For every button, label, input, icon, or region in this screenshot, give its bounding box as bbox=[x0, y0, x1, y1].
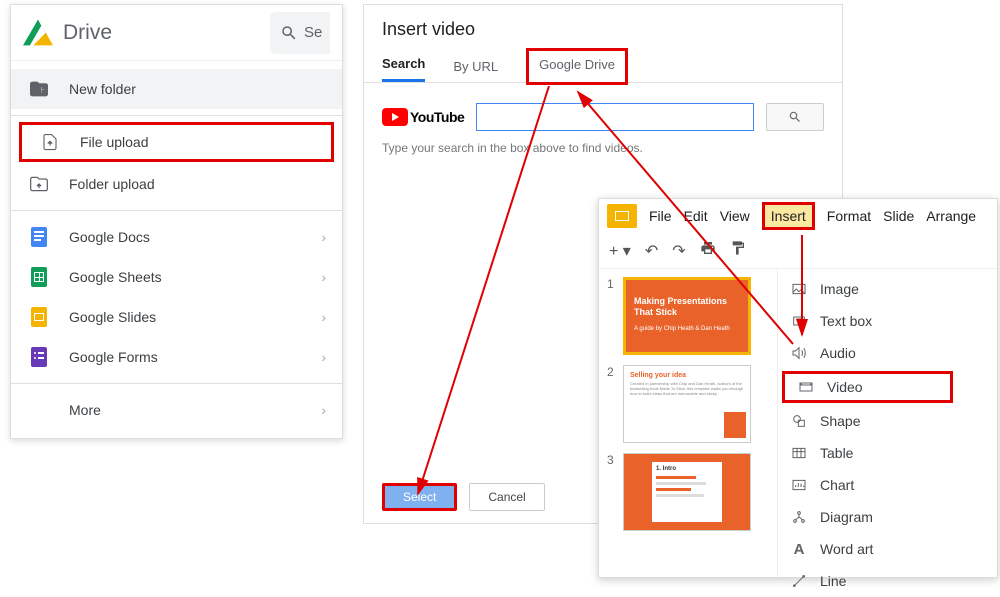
menu-file-upload[interactable]: File upload bbox=[19, 122, 334, 162]
slides-logo-icon bbox=[607, 204, 637, 228]
menu-label: File upload bbox=[80, 134, 149, 150]
divider bbox=[11, 383, 342, 384]
menu-file[interactable]: File bbox=[649, 208, 672, 224]
new-slide-button[interactable]: + ▾ bbox=[609, 241, 631, 261]
chevron-right-icon: › bbox=[321, 309, 326, 325]
menu-label: Google Docs bbox=[69, 229, 150, 245]
shape-icon bbox=[790, 413, 808, 429]
tab-by-url[interactable]: By URL bbox=[453, 51, 498, 82]
menu-edit[interactable]: Edit bbox=[684, 208, 708, 224]
textbox-icon bbox=[790, 313, 808, 329]
folder-plus-icon bbox=[27, 79, 51, 99]
dialog-title: Insert video bbox=[364, 5, 842, 48]
slides-body: 1 Making Presentations That Stick A guid… bbox=[599, 269, 997, 577]
diagram-icon bbox=[790, 509, 808, 525]
insert-table[interactable]: Table bbox=[778, 437, 957, 469]
table-icon bbox=[790, 445, 808, 461]
menu-insert[interactable]: Insert bbox=[762, 202, 815, 230]
insert-video[interactable]: Video bbox=[782, 371, 953, 403]
image-icon bbox=[790, 281, 808, 297]
divider bbox=[11, 115, 342, 116]
divider bbox=[11, 210, 342, 211]
insert-dropdown-menu: Image Text box Audio Video Shape Table C… bbox=[777, 269, 957, 577]
insert-wordart[interactable]: AWord art bbox=[778, 533, 957, 565]
select-button[interactable]: Select bbox=[382, 483, 457, 511]
thumb-row[interactable]: 2 Selling your idea Created in partnersh… bbox=[607, 365, 769, 443]
drive-title: Drive bbox=[63, 21, 270, 45]
slides-icon bbox=[27, 307, 51, 327]
print-button[interactable] bbox=[700, 240, 716, 261]
menu-google-slides[interactable]: Google Slides › bbox=[11, 297, 342, 337]
menu-new-folder[interactable]: New folder bbox=[11, 69, 342, 109]
menu-google-docs[interactable]: Google Docs › bbox=[11, 217, 342, 257]
slide-thumbnails: 1 Making Presentations That Stick A guid… bbox=[599, 269, 777, 577]
youtube-logo-icon: YouTube bbox=[382, 108, 464, 126]
docs-icon bbox=[27, 227, 51, 247]
forms-icon bbox=[27, 347, 51, 367]
slides-toolbar: + ▾ ↶ ↷ bbox=[599, 233, 997, 269]
drive-header: Drive Se bbox=[11, 5, 342, 61]
sheets-icon bbox=[27, 267, 51, 287]
youtube-search-row: YouTube bbox=[364, 83, 842, 141]
menu-google-forms[interactable]: Google Forms › bbox=[11, 337, 342, 377]
menu-format[interactable]: Format bbox=[827, 208, 871, 224]
search-hint: Type your search in the box above to fin… bbox=[364, 141, 842, 155]
slide-thumb-2[interactable]: Selling your idea Created in partnership… bbox=[623, 365, 751, 443]
tab-search[interactable]: Search bbox=[382, 48, 425, 82]
search-icon bbox=[280, 24, 298, 42]
drive-new-menu: New folder File upload Folder upload Goo… bbox=[11, 61, 342, 438]
chart-icon bbox=[790, 477, 808, 493]
insert-textbox[interactable]: Text box bbox=[778, 305, 957, 337]
file-upload-icon bbox=[38, 133, 62, 151]
menu-label: More bbox=[69, 402, 101, 418]
video-icon bbox=[797, 379, 815, 395]
drive-panel: Drive Se New folder File upload Folder u… bbox=[10, 4, 343, 439]
menu-label: Google Sheets bbox=[69, 269, 162, 285]
menu-label: Google Slides bbox=[69, 309, 156, 325]
menu-folder-upload[interactable]: Folder upload bbox=[11, 164, 342, 204]
youtube-search-button[interactable] bbox=[766, 103, 824, 131]
chevron-right-icon: › bbox=[321, 402, 326, 418]
tab-google-drive[interactable]: Google Drive bbox=[526, 48, 628, 85]
menu-label: Folder upload bbox=[69, 176, 155, 192]
slides-menubar: File Edit View Insert Format Slide Arran… bbox=[599, 199, 997, 233]
insert-line[interactable]: Line bbox=[778, 565, 957, 597]
undo-button[interactable]: ↶ bbox=[645, 241, 658, 261]
audio-icon bbox=[790, 345, 808, 361]
youtube-search-input[interactable] bbox=[476, 103, 754, 131]
paint-format-button[interactable] bbox=[730, 240, 746, 261]
drive-logo-icon bbox=[23, 19, 53, 47]
chevron-right-icon: › bbox=[321, 349, 326, 365]
redo-button[interactable]: ↷ bbox=[672, 241, 685, 261]
slides-panel: File Edit View Insert Format Slide Arran… bbox=[598, 198, 998, 578]
menu-google-sheets[interactable]: Google Sheets › bbox=[11, 257, 342, 297]
menu-slide[interactable]: Slide bbox=[883, 208, 914, 224]
chevron-right-icon: › bbox=[321, 229, 326, 245]
insert-image[interactable]: Image bbox=[778, 273, 957, 305]
search-placeholder: Se bbox=[304, 24, 322, 41]
thumb-row[interactable]: 1 Making Presentations That Stick A guid… bbox=[607, 277, 769, 355]
insert-chart[interactable]: Chart bbox=[778, 469, 957, 501]
menu-view[interactable]: View bbox=[720, 208, 750, 224]
menu-more[interactable]: More › bbox=[11, 390, 342, 430]
slide-thumb-3[interactable]: 1. Intro bbox=[623, 453, 751, 531]
drive-search-box[interactable]: Se bbox=[270, 12, 330, 54]
thumb-row[interactable]: 3 1. Intro bbox=[607, 453, 769, 531]
cancel-button[interactable]: Cancel bbox=[469, 483, 544, 511]
search-icon bbox=[788, 110, 802, 124]
line-icon bbox=[790, 573, 808, 589]
menu-label: Google Forms bbox=[69, 349, 158, 365]
insert-diagram[interactable]: Diagram bbox=[778, 501, 957, 533]
dialog-tabs: Search By URL Google Drive bbox=[364, 48, 842, 83]
chevron-right-icon: › bbox=[321, 269, 326, 285]
menu-label: New folder bbox=[69, 81, 136, 97]
wordart-icon: A bbox=[790, 541, 808, 558]
insert-shape[interactable]: Shape bbox=[778, 405, 957, 437]
insert-audio[interactable]: Audio bbox=[778, 337, 957, 369]
slide-thumb-1[interactable]: Making Presentations That Stick A guide … bbox=[623, 277, 751, 355]
menu-arrange[interactable]: Arrange bbox=[926, 208, 976, 224]
folder-upload-icon bbox=[27, 174, 51, 194]
